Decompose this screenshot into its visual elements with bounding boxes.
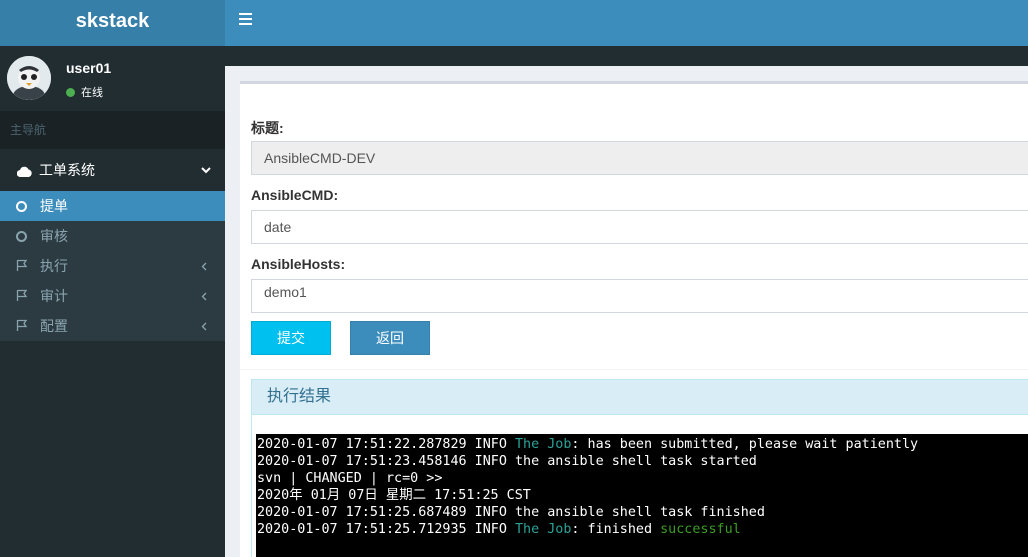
ansible-cmd-field[interactable]: date: [251, 210, 1028, 244]
user-status-label: 在线: [81, 87, 103, 99]
chevron-left-icon: [201, 251, 207, 281]
sidebar-item-submit-ticket[interactable]: 提单: [0, 191, 225, 221]
console-text: successful: [660, 522, 741, 537]
console-line: 2020-01-07 17:51:22.287829 INFO The Job:…: [257, 436, 1028, 453]
sidebar: user01 在线 主导航 工单系统 提单 审核 执行 审计 配置: [0, 46, 225, 557]
circle-icon: [16, 191, 30, 221]
flag-icon: [16, 281, 30, 311]
console-line: svn | CHANGED | rc=0 >>: [257, 470, 1028, 487]
content-header-strip: [225, 46, 1028, 66]
console-text: 2020年 01月 07日 星期二 17:51:25 CST: [257, 488, 531, 503]
user-panel: user01 在线: [0, 46, 225, 111]
ticket-form-box: 标题: AnsibleCMD-DEV AnsibleCMD: date Ansi…: [240, 81, 1028, 557]
result-heading: 执行结果: [252, 380, 1028, 415]
sidebar-toggle-icon[interactable]: [239, 13, 252, 26]
console-text: 2020-01-07 17:51:23.458146 INFO the ansi…: [257, 454, 757, 469]
sidebar-item-execute[interactable]: 执行: [0, 251, 225, 281]
user-name: user01: [66, 60, 112, 76]
console-text: svn | CHANGED | rc=0 >>: [257, 471, 443, 486]
sidebar-item-label: 执行: [40, 258, 68, 274]
sidebar-item-label: 配置: [40, 318, 68, 334]
back-button[interactable]: 返回: [350, 321, 430, 355]
console-text: The Job: [514, 522, 572, 537]
online-status-icon: [66, 88, 75, 97]
console-text: : has been submitted, please wait patien…: [571, 437, 919, 452]
sidebar-item-review[interactable]: 审核: [0, 221, 225, 251]
cloud-icon: [16, 151, 33, 193]
chevron-left-icon: [201, 281, 207, 311]
console-text: : finished: [571, 522, 661, 537]
sidebar-item-label: 提单: [40, 198, 68, 214]
console-line: 2020-01-07 17:51:25.712935 INFO The Job:…: [257, 521, 1028, 538]
user-status: 在线: [66, 84, 103, 100]
divider: [240, 369, 1028, 370]
console-output[interactable]: 2020-01-07 17:51:22.287829 INFO The Job:…: [256, 434, 1028, 557]
sidebar-item-label: 审核: [40, 228, 68, 244]
flag-icon: [16, 311, 30, 341]
sidebar-item-audit[interactable]: 审计: [0, 281, 225, 311]
top-navbar: [225, 0, 1028, 46]
console-line: 2020-01-07 17:51:25.687489 INFO the ansi…: [257, 504, 1028, 521]
ansible-cmd-label: AnsibleCMD:: [251, 187, 339, 203]
flag-icon: [16, 251, 30, 281]
circle-icon: [16, 221, 30, 251]
console-text: The Job: [514, 437, 572, 452]
sidebar-item-label: 审计: [40, 288, 68, 304]
chevron-left-icon: [201, 311, 207, 341]
sidebar-item-config[interactable]: 配置: [0, 311, 225, 341]
console-line: 2020年 01月 07日 星期二 17:51:25 CST: [257, 487, 1028, 504]
app-logo[interactable]: skstack: [0, 0, 225, 46]
title-label: 标题:: [251, 120, 284, 136]
chevron-down-icon: [201, 149, 211, 191]
console-text: 2020-01-07 17:51:25.712935 INFO: [257, 522, 515, 537]
console-text: 2020-01-07 17:51:22.287829 INFO: [257, 437, 515, 452]
sidebar-group-label: 工单系统: [39, 162, 95, 178]
ansible-hosts-field[interactable]: demo1: [251, 279, 1028, 313]
ansible-hosts-label: AnsibleHosts:: [251, 256, 346, 272]
console-text: 2020-01-07 17:51:25.687489 INFO the ansi…: [257, 505, 765, 520]
sidebar-group-ticket-system[interactable]: 工单系统: [0, 149, 225, 191]
title-field[interactable]: AnsibleCMD-DEV: [251, 141, 1028, 175]
nav-header: 主导航: [0, 111, 225, 149]
sidebar-submenu: 提单 审核 执行 审计 配置: [0, 191, 225, 341]
submit-button[interactable]: 提交: [251, 321, 331, 355]
console-line: 2020-01-07 17:51:23.458146 INFO the ansi…: [257, 453, 1028, 470]
avatar: [7, 56, 51, 100]
